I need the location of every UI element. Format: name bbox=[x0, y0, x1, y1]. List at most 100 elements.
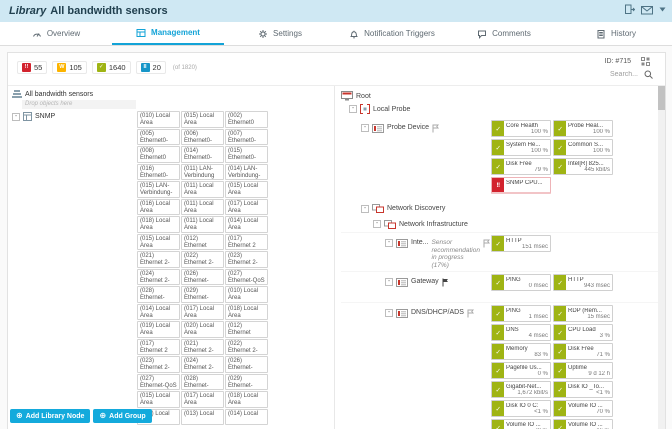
library-sensor-box[interactable]: (015) Local Area bbox=[225, 181, 268, 198]
flag-icon[interactable] bbox=[483, 239, 491, 248]
library-sensor-box[interactable]: (008) Ethernet0 Traffic bbox=[137, 146, 180, 163]
library-sensor-box[interactable]: (005) Ethernet0-WFP Native bbox=[137, 128, 180, 145]
sensor-chip[interactable]: ✓ Common S... 100 % bbox=[553, 139, 613, 156]
tree-node-root[interactable]: Root bbox=[341, 90, 665, 102]
library-sensor-box[interactable]: (023) Ethernet 2-WFP 802.3 bbox=[225, 251, 268, 268]
library-sensor-box[interactable]: (015) Ethernet0-QoS Packet bbox=[225, 146, 268, 163]
library-sensor-box[interactable]: (014) Local Area bbox=[225, 216, 268, 233]
library-sensor-box[interactable]: (006) Ethernet0-QoS Packet bbox=[181, 128, 224, 145]
root-label[interactable]: Root bbox=[356, 93, 371, 100]
collapse-toggle[interactable]: - bbox=[349, 105, 357, 113]
search-input[interactable] bbox=[568, 70, 640, 79]
drop-target-hint[interactable]: Drop objects here bbox=[22, 100, 136, 109]
email-icon[interactable] bbox=[641, 5, 653, 15]
warning-count-badge[interactable]: W 105 bbox=[52, 61, 87, 74]
network-infrastructure-label[interactable]: Network Infrastructure bbox=[399, 221, 468, 228]
library-sensor-box[interactable]: (019) Local Area bbox=[137, 321, 180, 338]
library-sensor-box[interactable]: (029) Ethernet-WFP Native bbox=[181, 286, 224, 303]
library-sensor-box[interactable]: (012) Ethernet Traffic bbox=[225, 321, 268, 338]
library-sensor-box[interactable]: (023) Ethernet 2-WFP 802.3 bbox=[137, 356, 180, 373]
library-sensor-box[interactable]: (029) Ethernet-WFP Native bbox=[225, 373, 268, 390]
sensor-chip[interactable]: !! SNMP CPU... bbox=[491, 177, 551, 194]
sensor-chip[interactable]: ✓ DNS 4 msec bbox=[491, 324, 551, 341]
library-sensor-box[interactable]: (015) Local Area bbox=[181, 111, 224, 128]
library-sensor-box[interactable]: (017) Local Area bbox=[181, 303, 224, 320]
add-library-node-button[interactable]: ⊕ Add Library Node bbox=[10, 409, 91, 423]
library-sensor-box[interactable]: (027) Ethernet-QoS Packet bbox=[225, 268, 268, 285]
sensor-chip[interactable]: ✓ Volume IO ...16 % bbox=[553, 419, 613, 429]
sensor-chip[interactable]: ✓ Disk Free 71 % bbox=[553, 343, 613, 360]
library-sensor-box[interactable]: (014) Local bbox=[225, 408, 268, 425]
sensor-chip[interactable]: ✓ Uptime 9 d 12 h bbox=[553, 362, 613, 379]
gateway-label[interactable]: Gateway bbox=[411, 278, 439, 285]
sensor-chip[interactable]: ✓ HTTP 943 msec bbox=[553, 274, 613, 291]
library-sensor-box[interactable]: (002) Ethernet0 Traffic bbox=[225, 111, 268, 128]
tab-settings[interactable]: Settings bbox=[224, 22, 336, 45]
collapse-toggle[interactable]: - bbox=[12, 112, 20, 121]
sensor-chip[interactable]: ✓ RDP (Rem... 15 msec bbox=[553, 305, 613, 322]
library-sensor-box[interactable]: (021) Ethernet 2-Network bbox=[181, 338, 224, 355]
tree-node-network-infrastructure[interactable]: - Network Infrastructure bbox=[341, 218, 665, 230]
library-sensor-box[interactable]: (028) Ethernet-WFP 802.3 bbox=[137, 286, 180, 303]
search-icon[interactable] bbox=[644, 70, 653, 79]
library-sensor-box[interactable]: (011) LAN-Verbindung bbox=[181, 163, 224, 180]
library-sensor-box[interactable]: (014) Ethernet0-WFP Native bbox=[181, 146, 224, 163]
tab-management[interactable]: Management bbox=[112, 22, 224, 45]
library-sensor-box[interactable]: (016) Ethernet0-WFP 802.3 bbox=[137, 163, 180, 180]
error-count-badge[interactable]: !! 55 bbox=[17, 61, 48, 74]
library-sensor-box[interactable]: (028) Ethernet-WFP 802.3 bbox=[181, 373, 224, 390]
scrollbar-thumb[interactable] bbox=[658, 86, 665, 110]
library-sensor-box[interactable]: (014) Local Area bbox=[137, 303, 180, 320]
tree-node-network-discovery[interactable]: - Network Discovery bbox=[341, 202, 665, 215]
local-probe-label[interactable]: Local Probe bbox=[373, 106, 410, 113]
library-sensor-box[interactable]: (024) Ethernet 2-WFP Native bbox=[181, 356, 224, 373]
library-sensor-box[interactable]: (011) Local Area bbox=[181, 181, 224, 198]
sensor-chip[interactable]: ✓ Intel[R] 825... 445 kbit/s bbox=[553, 158, 613, 175]
library-sensor-box[interactable]: (015) LAN-Verbindung- bbox=[137, 181, 180, 198]
library-sensor-box[interactable]: (026) Ethernet-Network bbox=[181, 268, 224, 285]
sensor-chip[interactable]: ✓ Memory 83 % bbox=[491, 343, 551, 360]
library-sensor-box[interactable]: (013) Local bbox=[181, 408, 224, 425]
library-sensor-box[interactable]: (020) Local Area bbox=[181, 321, 224, 338]
collapse-toggle[interactable]: - bbox=[385, 278, 393, 286]
internet-device-label[interactable]: Inte... bbox=[411, 239, 429, 246]
scrollbar-track[interactable] bbox=[658, 86, 665, 429]
sensor-chip[interactable]: ✓ Core Health 100 % bbox=[491, 120, 551, 137]
sensor-chip[interactable]: ✓ Probe Heal... 100 % bbox=[553, 120, 613, 137]
tab-notification-triggers[interactable]: Notification Triggers bbox=[336, 22, 448, 45]
library-sensor-box[interactable]: (018) Local Area bbox=[225, 391, 268, 408]
network-discovery-label[interactable]: Network Discovery bbox=[387, 205, 445, 212]
add-group-button[interactable]: ⊕ Add Group bbox=[93, 409, 152, 423]
library-sensor-box[interactable]: (018) Local Area bbox=[225, 303, 268, 320]
sensor-chip[interactable]: ✓ Disk Free 79 % bbox=[491, 158, 551, 175]
library-sensor-box[interactable]: (007) Ethernet0-WFP 802.3 bbox=[225, 128, 268, 145]
library-sensor-box[interactable]: (026) Ethernet-Network bbox=[225, 356, 268, 373]
library-sensor-box[interactable]: (015) Local Area bbox=[137, 233, 180, 250]
sensor-chip[interactable]: ✓ Volume IO ...70 % bbox=[491, 419, 551, 429]
more-caret-icon[interactable] bbox=[659, 7, 666, 12]
library-sensor-box[interactable]: (022) Ethernet 2-QoS Packet bbox=[181, 251, 224, 268]
paused-count-badge[interactable]: II 20 bbox=[135, 61, 166, 74]
library-sensor-box[interactable]: (021) Ethernet 2-Network bbox=[137, 251, 180, 268]
flag-icon[interactable] bbox=[432, 124, 440, 133]
library-sensor-box[interactable]: (017) Ethernet 2 Traffic bbox=[225, 233, 268, 250]
library-sensor-box[interactable]: (017) Local Area bbox=[181, 391, 224, 408]
sensor-chip[interactable]: ✓ PING 1 msec bbox=[491, 305, 551, 322]
export-report-icon[interactable] bbox=[624, 4, 635, 15]
library-sensor-box[interactable]: (027) Ethernet-QoS Packet bbox=[137, 373, 180, 390]
collapse-toggle[interactable]: - bbox=[385, 239, 393, 247]
sensor-chip[interactable]: ✓ Volume IO ...70 % bbox=[553, 400, 613, 417]
sensor-chip[interactable]: ✓ HTTP 151 msec bbox=[491, 235, 551, 252]
library-sensor-box[interactable]: (011) Local Area bbox=[181, 216, 224, 233]
tree-node-local-probe[interactable]: - Local Probe bbox=[341, 102, 665, 116]
tab-comments[interactable]: Comments bbox=[448, 22, 560, 45]
flag-filled-icon[interactable] bbox=[442, 278, 450, 287]
library-sensor-box[interactable]: (010) Local Area bbox=[137, 111, 180, 128]
library-sensor-box[interactable]: (012) Ethernet Traffic bbox=[181, 233, 224, 250]
sensor-chip[interactable]: ✓ System He... 100 % bbox=[491, 139, 551, 156]
library-sensor-box[interactable]: (010) Local Area bbox=[225, 286, 268, 303]
tab-overview[interactable]: Overview bbox=[0, 22, 112, 45]
flag-icon[interactable] bbox=[467, 309, 475, 318]
sensor-chip[interactable]: ✓ CPU Load 3 % bbox=[553, 324, 613, 341]
sensor-chip[interactable]: ✓ PING 0 msec bbox=[491, 274, 551, 291]
